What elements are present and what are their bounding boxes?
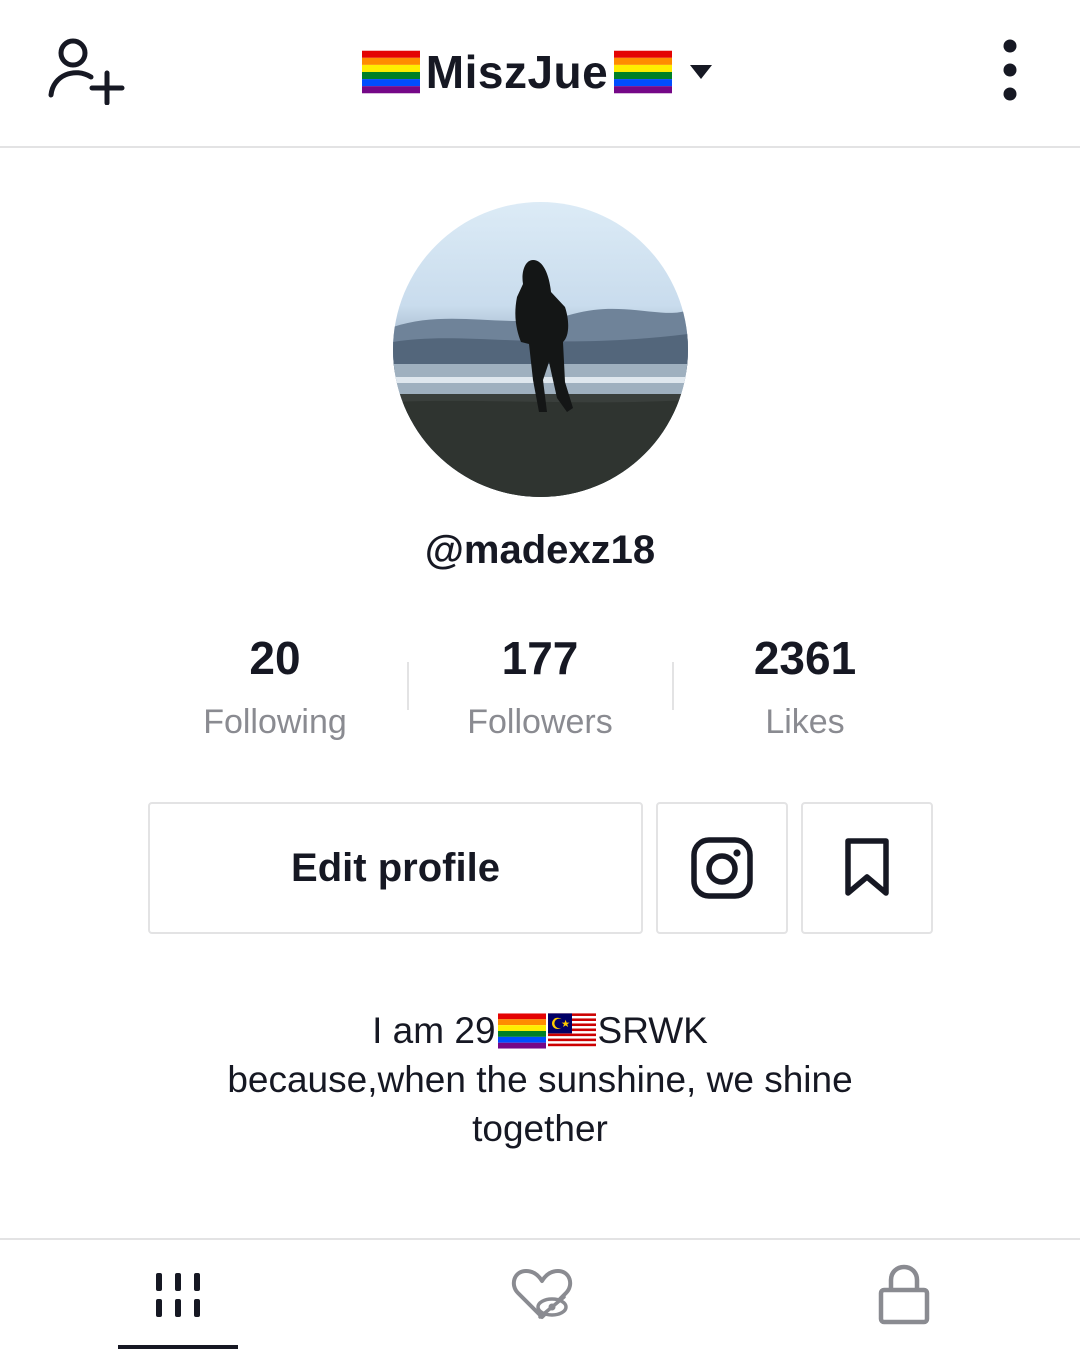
stat-followers[interactable]: 177 Followers [410,628,670,752]
likes-count: 2361 [753,632,857,684]
account-name: MiszJue [425,46,609,98]
grid-icon [156,1273,200,1317]
edit-profile-button[interactable]: Edit profile [148,802,643,934]
top-bar: MiszJue [0,0,1080,148]
account-switcher[interactable]: MiszJue [0,40,1080,104]
rainbow-flag-icon [362,50,420,94]
rainbow-flag-icon [614,50,672,94]
bio-line-2: because,when the sunshine, we shine [227,1059,853,1100]
profile-tabs [0,1238,1080,1350]
username: @madexz18 [424,528,656,572]
stat-divider [672,662,674,710]
likes-label: Likes [765,703,845,741]
avatar[interactable] [393,202,688,497]
liked-hidden-icon [511,1269,573,1319]
bio-line-3: together [472,1108,608,1149]
active-tab-indicator [118,1345,238,1349]
rainbow-flag-icon [498,1013,546,1049]
bio-location: SRWK [597,1010,708,1051]
tab-videos[interactable] [118,1240,238,1350]
malaysia-flag-icon [547,1012,596,1049]
instagram-icon [691,837,753,899]
followers-label: Followers [467,703,613,741]
stats-row: 20 Following 177 Followers 2361 Likes [145,628,935,748]
followers-count: 177 [501,632,579,684]
bookmarks-button[interactable] [801,802,933,934]
bio: I am 29 SRWK because,when the sunshine, … [150,1006,930,1153]
stat-following[interactable]: 20 Following [145,628,405,752]
bio-line-1: I am 29 SRWK [150,1006,930,1055]
following-count: 20 [249,632,301,684]
caret-down-icon [690,65,713,79]
tab-liked[interactable] [482,1240,602,1350]
more-options-icon[interactable] [980,30,1040,110]
following-label: Following [203,703,347,741]
instagram-button[interactable] [656,802,788,934]
lock-icon [878,1264,930,1325]
bookmark-icon [845,838,889,896]
tab-private[interactable] [844,1240,964,1350]
stat-divider [407,662,409,710]
bio-age: I am 29 [372,1010,496,1051]
stat-likes[interactable]: 2361 Likes [675,628,935,752]
